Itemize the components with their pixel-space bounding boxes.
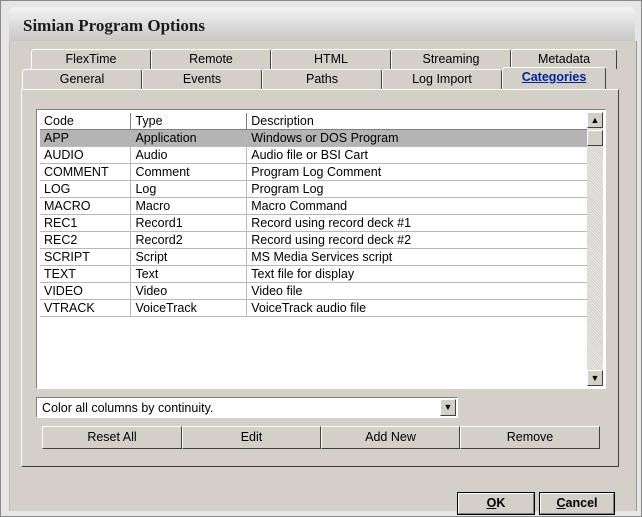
tab-remote[interactable]: Remote <box>151 49 271 69</box>
table-row[interactable]: VIDEO Video Video file <box>40 282 588 300</box>
edit-button[interactable]: Edit <box>182 426 321 449</box>
column-header-type[interactable]: Type <box>130 113 248 130</box>
tab-streaming[interactable]: Streaming <box>391 49 511 69</box>
options-window: Simian Program Options FlexTime Remote H… <box>0 0 642 517</box>
cancel-label-rest: ancel <box>565 496 598 510</box>
cell-type: Record1 <box>130 214 248 232</box>
column-header-description[interactable]: Description <box>246 113 588 130</box>
cell-description: Video file <box>246 282 588 300</box>
cell-description: Windows or DOS Program <box>246 129 588 147</box>
table-row[interactable]: REC2 Record2 Record using record deck #2 <box>40 231 588 249</box>
table-row[interactable]: COMMENT Comment Program Log Comment <box>40 163 588 181</box>
color-mode-value: Color all columns by continuity. <box>42 401 214 415</box>
cell-code: MACRO <box>40 197 132 215</box>
cancel-accelerator: C <box>556 496 566 510</box>
cell-type: Record2 <box>130 231 248 249</box>
cell-type: Macro <box>130 197 248 215</box>
column-header-code[interactable]: Code <box>40 113 132 130</box>
table-row[interactable]: MACRO Macro Macro Command <box>40 197 588 215</box>
ok-accelerator: O <box>486 496 497 510</box>
cell-code: COMMENT <box>40 163 132 181</box>
cell-description: MS Media Services script <box>246 248 588 266</box>
categories-table: Code Type Description APP Application Wind… <box>40 113 588 317</box>
color-mode-select[interactable]: Color all columns by continuity. ▼ <box>36 397 458 418</box>
cell-description: VoiceTrack audio file <box>246 299 588 317</box>
cell-description: Audio file or BSI Cart <box>246 146 588 164</box>
cancel-button[interactable]: Cancel <box>539 492 615 515</box>
table-row[interactable]: APP Application Windows or DOS Program <box>40 129 588 147</box>
cell-code: TEXT <box>40 265 132 283</box>
cell-description: Record using record deck #2 <box>246 231 588 249</box>
table-row[interactable]: LOG Log Program Log <box>40 180 588 198</box>
cell-description: Program Log Comment <box>246 163 588 181</box>
remove-button[interactable]: Remove <box>460 426 600 449</box>
add-new-button[interactable]: Add New <box>321 426 460 449</box>
vertical-scrollbar[interactable]: ▲ ▼ <box>587 112 603 386</box>
cell-type: Log <box>130 180 248 198</box>
categories-grid[interactable]: Code Type Description APP Application Wind… <box>36 109 606 389</box>
tab-paths[interactable]: Paths <box>262 69 382 89</box>
cell-code: VIDEO <box>40 282 132 300</box>
tab-categories[interactable]: Categories <box>502 67 606 90</box>
cell-type: Text <box>130 265 248 283</box>
cell-code: VTRACK <box>40 299 132 317</box>
reset-all-button[interactable]: Reset All <box>42 426 182 449</box>
table-row[interactable]: AUDIO Audio Audio file or BSI Cart <box>40 146 588 164</box>
title-bar[interactable]: Simian Program Options <box>9 7 635 41</box>
tab-flextime[interactable]: FlexTime <box>31 49 151 69</box>
cell-code: REC2 <box>40 231 132 249</box>
table-row[interactable]: VTRACK VoiceTrack VoiceTrack audio file <box>40 299 588 317</box>
cell-type: Script <box>130 248 248 266</box>
cell-code: APP <box>40 129 132 147</box>
ok-button[interactable]: OK <box>457 492 535 515</box>
chevron-down-icon[interactable]: ▼ <box>440 399 456 416</box>
tab-general[interactable]: General <box>22 69 142 89</box>
cell-type: Audio <box>130 146 248 164</box>
scroll-thumb[interactable] <box>587 130 603 146</box>
table-header-row: Code Type Description <box>40 113 588 130</box>
window-title: Simian Program Options <box>23 16 205 35</box>
tab-events[interactable]: Events <box>142 69 262 89</box>
table-row[interactable]: TEXT Text Text file for display <box>40 265 588 283</box>
tab-html[interactable]: HTML <box>271 49 391 69</box>
table-row[interactable]: REC1 Record1 Record using record deck #1 <box>40 214 588 232</box>
cell-type: Video <box>130 282 248 300</box>
table-row[interactable]: SCRIPT Script MS Media Services script <box>40 248 588 266</box>
cell-description: Program Log <box>246 180 588 198</box>
ok-label-rest: K <box>496 496 506 510</box>
cell-description: Record using record deck #1 <box>246 214 588 232</box>
scroll-down-icon[interactable]: ▼ <box>587 370 603 386</box>
cell-description: Macro Command <box>246 197 588 215</box>
cell-code: AUDIO <box>40 146 132 164</box>
tab-log-import[interactable]: Log Import <box>382 69 502 89</box>
cell-type: Application <box>130 129 248 147</box>
cell-description: Text file for display <box>246 265 588 283</box>
scroll-up-icon[interactable]: ▲ <box>587 112 603 128</box>
cell-code: SCRIPT <box>40 248 132 266</box>
cell-type: Comment <box>130 163 248 181</box>
cell-code: LOG <box>40 180 132 198</box>
cell-type: VoiceTrack <box>130 299 248 317</box>
tab-metadata[interactable]: Metadata <box>511 49 617 69</box>
cell-code: REC1 <box>40 214 132 232</box>
